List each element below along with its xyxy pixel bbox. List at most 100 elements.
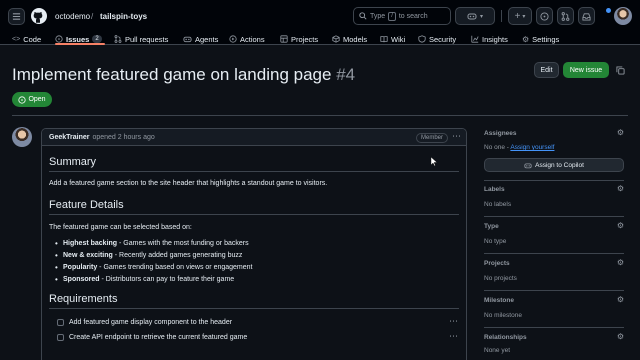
comment-options-icon[interactable]: ⋯: [452, 131, 461, 142]
assign-to-copilot-label: Assign to Copilot: [535, 161, 584, 169]
tab-label: Settings: [532, 34, 560, 44]
org-link[interactable]: octodemo: [55, 12, 90, 21]
gear-icon[interactable]: ⚙: [617, 221, 624, 230]
copy-link-icon[interactable]: [614, 64, 626, 76]
hamburger-icon: [12, 13, 21, 20]
list-item: Sponsored - Distributors can pay to feat…: [49, 275, 459, 284]
sidebar-projects[interactable]: Projects ⚙ No projects: [484, 258, 624, 282]
tab-settings[interactable]: ⚙ Settings: [522, 33, 559, 45]
sidebar-assignees[interactable]: Assignees ⚙ No one - Assign yourself Ass…: [484, 128, 624, 172]
title-divider: [12, 115, 628, 116]
tab-label: Security: [429, 34, 457, 44]
author-avatar[interactable]: [12, 127, 32, 147]
list-item: New & exciting - Recently added games ge…: [49, 251, 459, 260]
tab-actions[interactable]: Actions: [229, 33, 265, 45]
menu-button[interactable]: [8, 8, 25, 25]
criteria-desc: - Games trending based on views or engag…: [97, 264, 253, 271]
sidebar-divider: [484, 253, 624, 254]
tab-label: Models: [343, 34, 368, 44]
sidebar-labels[interactable]: Labels ⚙ No labels: [484, 184, 624, 208]
task-label: Create API endpoint to retrieve the curr…: [69, 334, 248, 341]
sidebar-milestone[interactable]: Milestone ⚙ No milestone: [484, 295, 624, 319]
copilot-button[interactable]: ▾: [455, 7, 495, 25]
comment-meta[interactable]: opened 2 hours ago: [92, 134, 154, 141]
play-icon: [229, 35, 237, 43]
status-label: Open: [28, 96, 46, 103]
details-intro: The featured game can be selected based …: [49, 224, 192, 231]
sidebar-value: No milestone: [484, 312, 522, 319]
search-shortcut-key: /: [388, 11, 396, 21]
plus-icon: +: [514, 10, 521, 22]
status-badge: Open: [12, 92, 52, 107]
code-icon: <>: [12, 35, 21, 43]
search-input[interactable]: Type / to search: [353, 7, 451, 25]
issue-icon: [55, 35, 63, 43]
repo-link[interactable]: tailspin-toys: [100, 12, 147, 21]
criteria-desc: - Recently added games generating buzz: [112, 252, 243, 259]
tab-agents[interactable]: Agents: [183, 33, 218, 45]
new-issue-button-label: New issue: [569, 66, 603, 74]
sidebar-relationships[interactable]: Relationships ⚙ None yet: [484, 332, 624, 354]
issue-number: #4: [336, 65, 356, 84]
gear-icon[interactable]: ⚙: [617, 332, 624, 341]
assign-yourself-link[interactable]: Assign yourself: [510, 144, 554, 151]
list-item: Popularity - Games trending based on vie…: [49, 263, 459, 272]
tab-code[interactable]: <> Code: [12, 33, 41, 45]
pull-requests-button[interactable]: [557, 7, 574, 25]
tab-security[interactable]: Security: [418, 33, 456, 45]
issues-count-badge: 2: [92, 35, 102, 43]
issues-button[interactable]: [536, 7, 553, 25]
sidebar-heading: Relationships: [484, 334, 527, 341]
inbox-icon: [582, 12, 591, 21]
issue-title-text: Implement featured game on landing page: [12, 65, 332, 84]
sidebar-value: No projects: [484, 275, 517, 282]
sidebar-heading: Projects: [484, 260, 510, 267]
task-list: Add featured game display component to t…: [49, 315, 459, 345]
chevron-down-icon: ▾: [479, 13, 483, 20]
gear-icon[interactable]: ⚙: [617, 258, 624, 267]
sidebar-heading: Type: [484, 223, 499, 230]
create-new-button[interactable]: + ▾: [508, 7, 532, 25]
sidebar-heading: Labels: [484, 186, 505, 193]
pull-request-icon: [561, 11, 570, 21]
notification-dot: [606, 8, 611, 13]
sidebar-value: No type: [484, 238, 507, 245]
comment-author[interactable]: GeekTrainer: [49, 134, 89, 141]
sidebar-type[interactable]: Type ⚙ No type: [484, 221, 624, 245]
sidebar-value: No labels: [484, 201, 512, 208]
tab-pull-requests[interactable]: Pull requests: [114, 33, 168, 45]
task-options-icon[interactable]: ⋯: [449, 316, 458, 327]
tab-label: Agents: [195, 34, 219, 44]
tab-wiki[interactable]: Wiki: [380, 33, 405, 45]
tab-label: Wiki: [391, 34, 406, 44]
sidebar-heading: Assignees: [484, 130, 517, 137]
criteria-desc: - Games with the most funding or backers: [117, 240, 249, 247]
cube-icon: [332, 35, 340, 43]
criteria-term: Popularity: [63, 264, 98, 271]
summary-heading: Summary: [49, 156, 459, 172]
issue-icon: [540, 11, 549, 21]
tab-projects[interactable]: Projects: [280, 33, 318, 45]
task-item: Add featured game display component to t…: [49, 315, 459, 330]
notifications-button[interactable]: [578, 7, 595, 25]
pull-request-icon: [114, 35, 122, 43]
task-checkbox[interactable]: [57, 319, 64, 326]
github-logo-icon[interactable]: [31, 8, 47, 24]
assign-to-copilot-button[interactable]: Assign to Copilot: [484, 158, 624, 172]
gear-icon[interactable]: ⚙: [617, 295, 624, 304]
gear-icon[interactable]: ⚙: [617, 128, 624, 137]
summary-text: Add a featured game section to the site …: [49, 180, 328, 187]
sidebar-divider: [484, 216, 624, 217]
avatar[interactable]: [614, 7, 632, 25]
global-header: octodemo / tailspin-toys Type / to searc…: [0, 0, 640, 33]
task-options-icon[interactable]: ⋯: [449, 331, 458, 342]
new-issue-button[interactable]: New issue: [563, 62, 609, 78]
gear-icon[interactable]: ⚙: [617, 184, 624, 193]
tab-insights[interactable]: Insights: [471, 33, 508, 45]
sidebar-value: None yet: [484, 347, 511, 354]
requirements-heading: Requirements: [49, 293, 459, 309]
task-checkbox[interactable]: [57, 334, 64, 341]
tab-models[interactable]: Models: [332, 33, 367, 45]
copilot-icon: [467, 13, 477, 20]
edit-button[interactable]: Edit: [534, 62, 559, 78]
